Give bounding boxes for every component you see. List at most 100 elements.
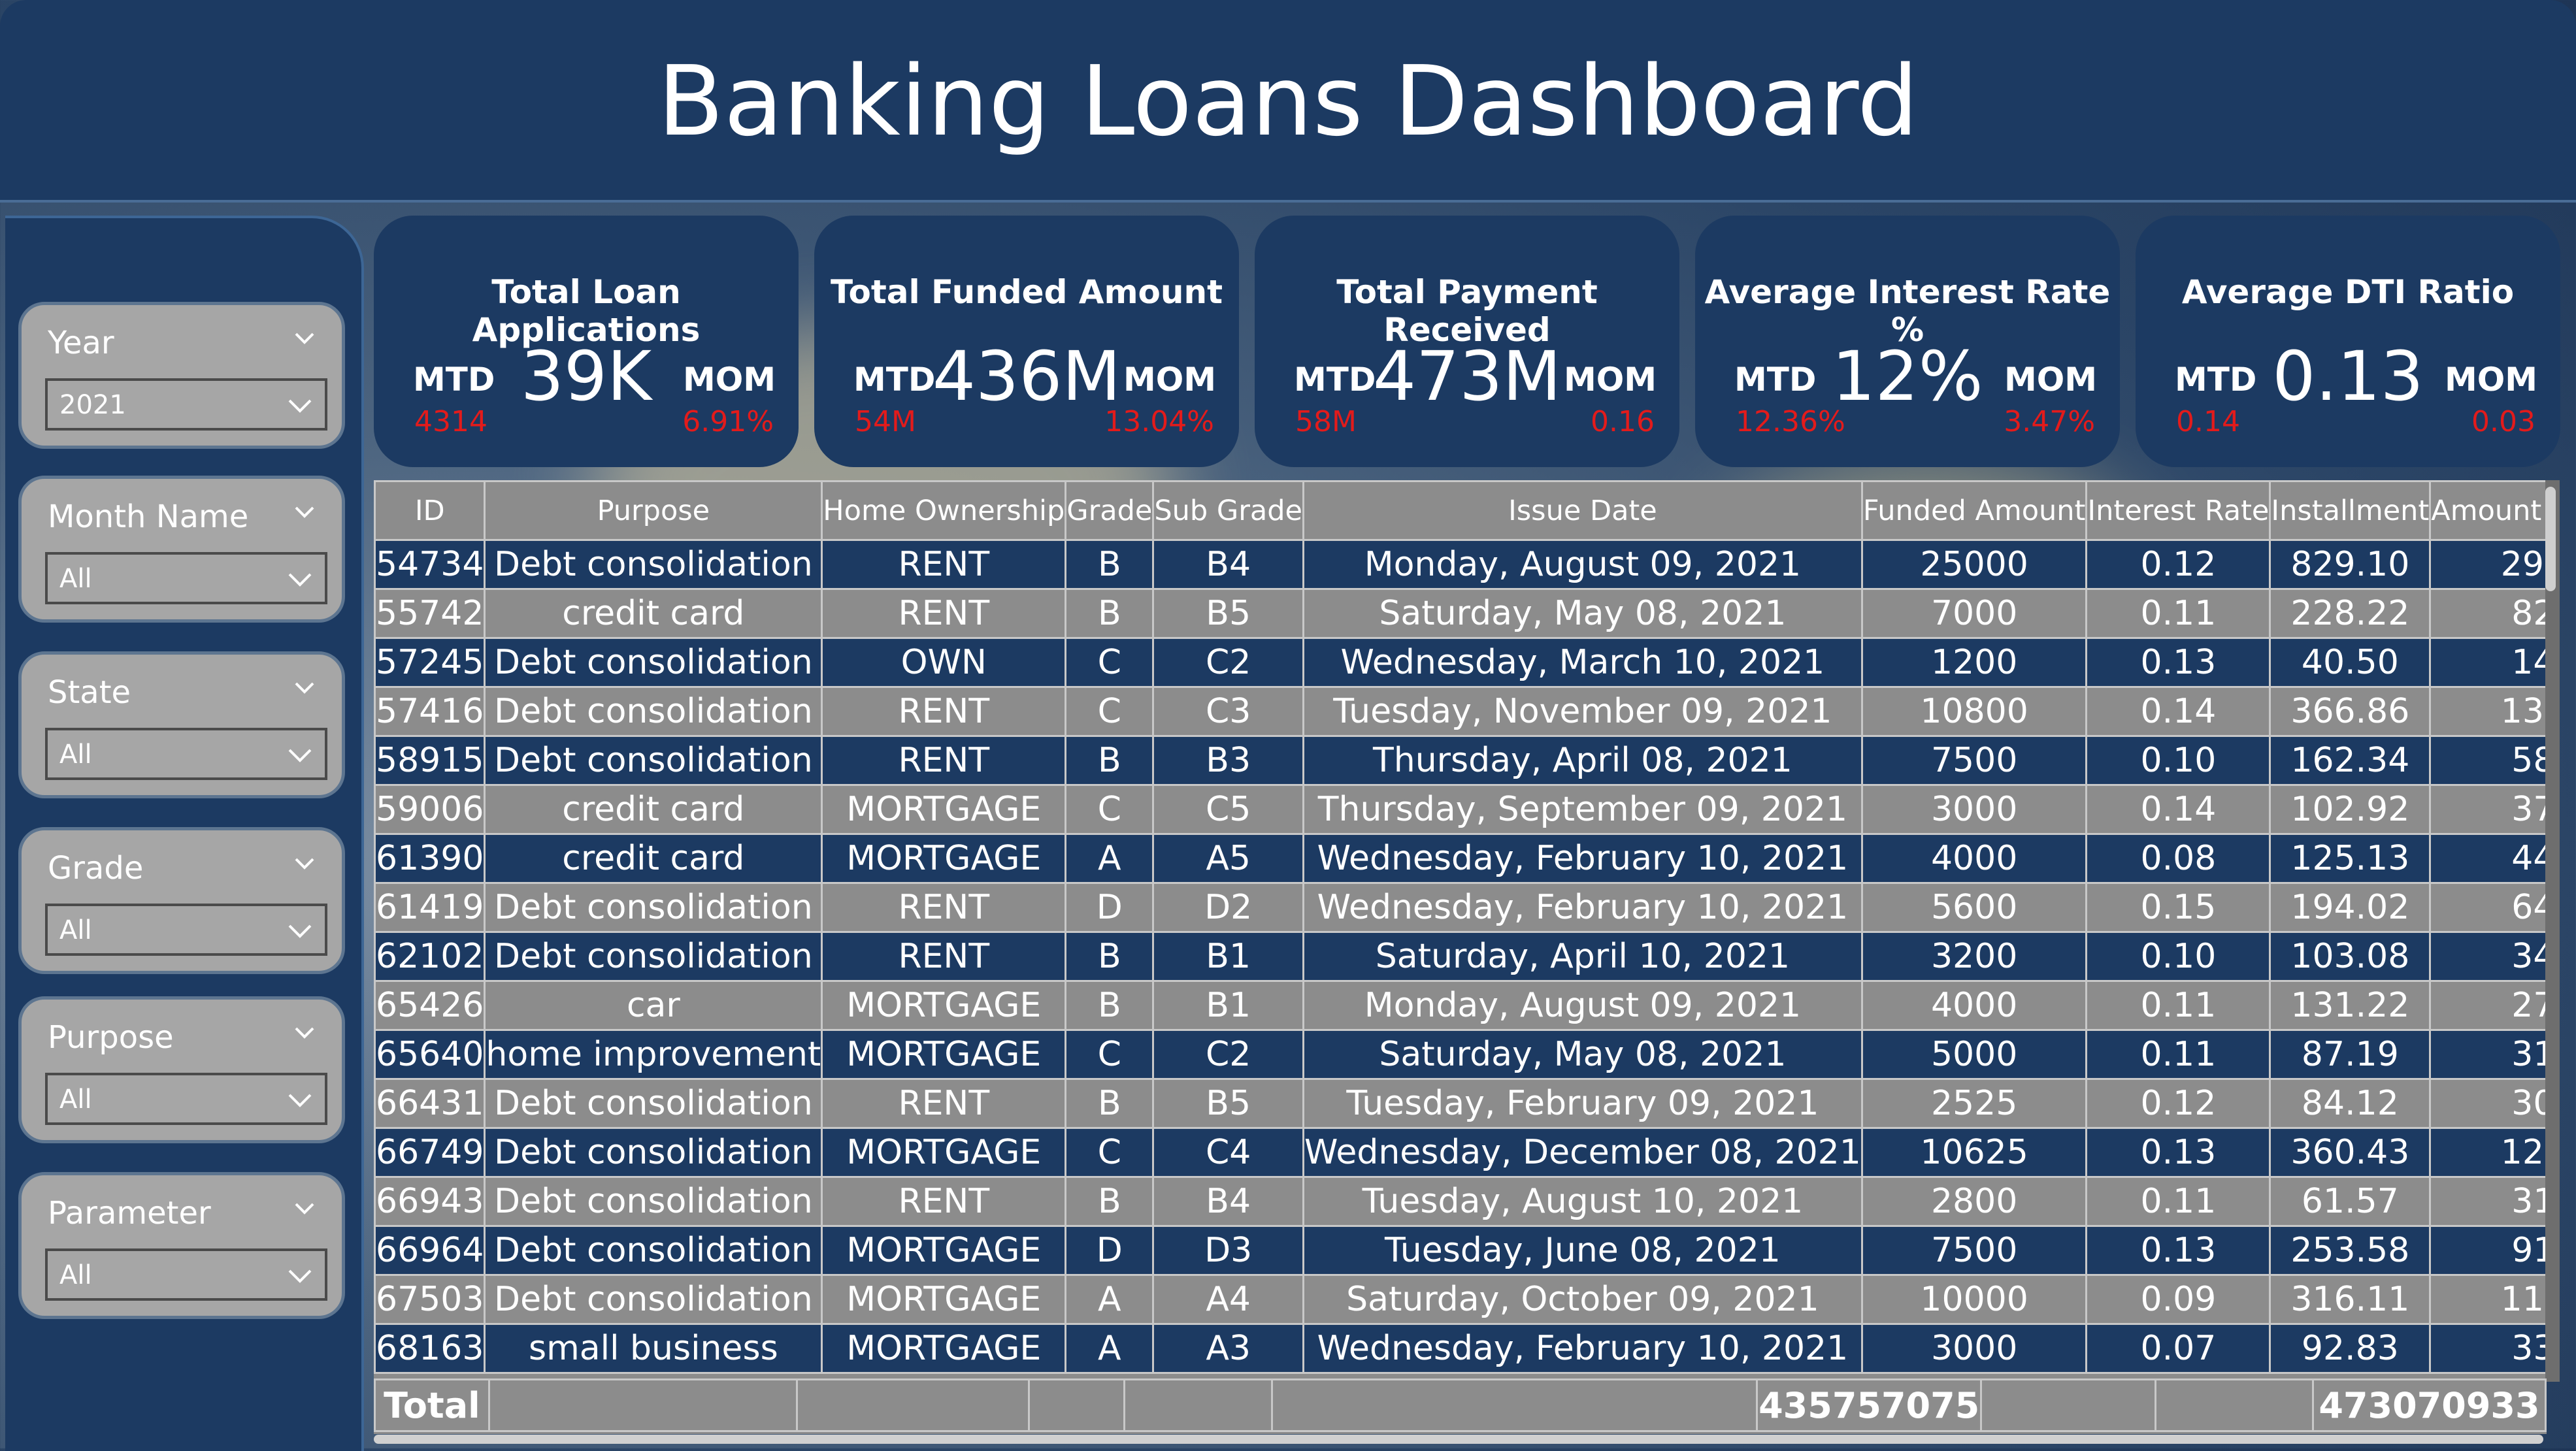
table-row[interactable]: 68163 small business MORTGAGE A A3 Wednesday,… — [374, 1323, 2547, 1374]
table-cell: 0.13 — [2085, 1225, 2271, 1276]
table-cell: 84.12 — [2269, 1078, 2432, 1129]
table-cell: 10000 — [1860, 1274, 2088, 1325]
parameter-dropdown[interactable]: All — [45, 1248, 327, 1301]
table-cell: Saturday, October 09, 2021 — [1302, 1274, 1863, 1325]
slicer-state[interactable]: State All — [18, 651, 345, 798]
table-cell: 0.10 — [2085, 931, 2271, 982]
purpose-dropdown[interactable]: All — [45, 1073, 327, 1125]
column-header[interactable]: Purpose — [484, 480, 823, 541]
mtd-value: 12.36% — [1736, 405, 1845, 438]
table-cell: credit card — [484, 833, 823, 884]
table-cell: Wednesday, March 10, 2021 — [1302, 637, 1863, 688]
table-cell: OWN — [821, 637, 1067, 688]
year-dropdown[interactable]: 2021 — [45, 378, 327, 431]
slicer-purpose[interactable]: Purpose All — [18, 996, 345, 1143]
table-row[interactable]: 66749 Debt consolidation MORTGAGE C C4 Wednes… — [374, 1127, 2547, 1178]
table-cell: 131.22 — [2269, 980, 2432, 1031]
table-cell: 0.08 — [2085, 833, 2271, 884]
table-row[interactable]: 58915 Debt consolidation RENT B B3 Thursday, … — [374, 735, 2547, 786]
chevron-down-icon[interactable] — [289, 673, 320, 703]
page-title: Banking Loans Dashboard — [657, 45, 1919, 157]
table-row[interactable]: 67503 Debt consolidation MORTGAGE A A4 Saturd… — [374, 1274, 2547, 1325]
dropdown-value: All — [59, 564, 92, 594]
table-row[interactable]: 57245 Debt consolidation OWN C C2 Wednesday, … — [374, 637, 2547, 688]
chevron-down-icon[interactable] — [289, 1194, 320, 1224]
table-row[interactable]: 54734 Debt consolidation RENT B B4 Monday, Au… — [374, 539, 2547, 590]
table-cell: 58915 — [374, 735, 486, 786]
totals-cell — [487, 1378, 798, 1432]
slicer-year[interactable]: Year 2021 — [18, 302, 345, 449]
table-cell: Thursday, September 09, 2021 — [1302, 784, 1863, 835]
column-header[interactable]: ID — [374, 480, 486, 541]
table-cell: C2 — [1152, 1029, 1304, 1080]
table-row[interactable]: 66964 Debt consolidation MORTGAGE D D3 Tuesda… — [374, 1225, 2547, 1276]
table-row[interactable]: 61419 Debt consolidation RENT D D2 Wednesday,… — [374, 882, 2547, 933]
slicer-grade[interactable]: Grade All — [18, 827, 345, 974]
kpi-card-total-funded-amount: Total Funded Amount 436M MTD MOM 54M 13.… — [814, 216, 1239, 467]
totals-label: Total — [374, 1378, 490, 1432]
table-cell: 0.11 — [2085, 980, 2271, 1031]
table-row[interactable]: 61390 credit card MORTGAGE A A5 Wednesday, Fe… — [374, 833, 2547, 884]
table-cell: 61.57 — [2269, 1176, 2432, 1227]
column-header[interactable]: Grade — [1065, 480, 1155, 541]
table-cell: Debt consolidation — [484, 1225, 823, 1276]
table-row[interactable]: 65426 car MORTGAGE B B1 Monday, August 09, 20… — [374, 980, 2547, 1031]
table-row[interactable]: 66943 Debt consolidation RENT B B4 Tuesday, A… — [374, 1176, 2547, 1227]
table-row[interactable]: 66431 Debt consolidation RENT B B5 Tuesday, F… — [374, 1078, 2547, 1129]
table-cell: 102.92 — [2269, 784, 2432, 835]
table-cell: 12975 — [2429, 1127, 2547, 1178]
table-header-row: ID Purpose Home Ownership Grade Sub Grad… — [374, 480, 2547, 541]
chevron-down-icon[interactable] — [289, 497, 320, 527]
horizontal-scrollbar[interactable] — [374, 1435, 2543, 1444]
chevron-down-icon[interactable] — [289, 1018, 320, 1048]
column-header[interactable]: Interest Rate — [2085, 480, 2271, 541]
table-cell: C5 — [1152, 784, 1304, 835]
table-cell: Tuesday, August 10, 2021 — [1302, 1176, 1863, 1227]
column-header[interactable]: Funded Amount — [1860, 480, 2088, 541]
table-cell: small business — [484, 1323, 823, 1374]
table-row[interactable]: 55742 credit card RENT B B5 Saturday, May 08,… — [374, 588, 2547, 639]
table-cell: RENT — [821, 539, 1067, 590]
column-header[interactable]: Home Ownership — [821, 480, 1067, 541]
mom-value: 3.47% — [2004, 405, 2095, 438]
column-header[interactable]: Amount Received — [2429, 480, 2547, 541]
vertical-scrollbar[interactable] — [2545, 480, 2560, 1382]
table-cell: 2525 — [1860, 1078, 2088, 1129]
table-cell: B4 — [1152, 1176, 1304, 1227]
slicer-label: Purpose — [48, 1019, 174, 1056]
dropdown-value: All — [59, 1260, 92, 1290]
table-cell: 3154 — [2429, 1029, 2547, 1080]
table-cell: C — [1065, 1029, 1155, 1080]
grade-dropdown[interactable]: All — [45, 904, 327, 956]
month-name-dropdown[interactable]: All — [45, 552, 327, 604]
table-cell: A — [1065, 1274, 1155, 1325]
mtd-value: 58M — [1295, 405, 1357, 438]
mom-label: MOM — [1563, 361, 1657, 399]
table-row[interactable]: 65640 home improvement MORTGAGE C C2 Saturday… — [374, 1029, 2547, 1080]
column-header[interactable]: Installment — [2269, 480, 2432, 541]
mtd-label: MTD — [413, 361, 495, 399]
table-cell: 0.13 — [2085, 1127, 2271, 1178]
chevron-down-icon[interactable] — [289, 323, 320, 353]
slicer-parameter[interactable]: Parameter All — [18, 1172, 345, 1319]
scrollbar-thumb[interactable] — [2545, 487, 2556, 591]
table-row[interactable]: 59006 credit card MORTGAGE C C5 Thursday, Sep… — [374, 784, 2547, 835]
table-row[interactable]: 57416 Debt consolidation RENT C C3 Tuesday, N… — [374, 686, 2547, 737]
table-cell: 3414 — [2429, 931, 2547, 982]
table-cell: 0.14 — [2085, 784, 2271, 835]
slicer-month-name[interactable]: Month Name All — [18, 476, 345, 623]
table-row[interactable]: 62102 Debt consolidation RENT B B1 Saturday, … — [374, 931, 2547, 982]
table-cell: 7500 — [1860, 1225, 2088, 1276]
table-cell: 87.19 — [2269, 1029, 2432, 1080]
slicer-label: Year — [48, 325, 114, 361]
dropdown-value: All — [59, 915, 92, 945]
chevron-down-icon[interactable] — [289, 849, 320, 879]
chevron-down-icon — [288, 749, 312, 762]
state-dropdown[interactable]: All — [45, 728, 327, 780]
column-header[interactable]: Sub Grade — [1152, 480, 1304, 541]
table-cell: B — [1065, 735, 1155, 786]
table-cell: 0.11 — [2085, 1176, 2271, 1227]
column-header[interactable]: Issue Date — [1302, 480, 1863, 541]
table-cell: 0.09 — [2085, 1274, 2271, 1325]
header-bar: Banking Loans Dashboard — [0, 0, 2576, 203]
